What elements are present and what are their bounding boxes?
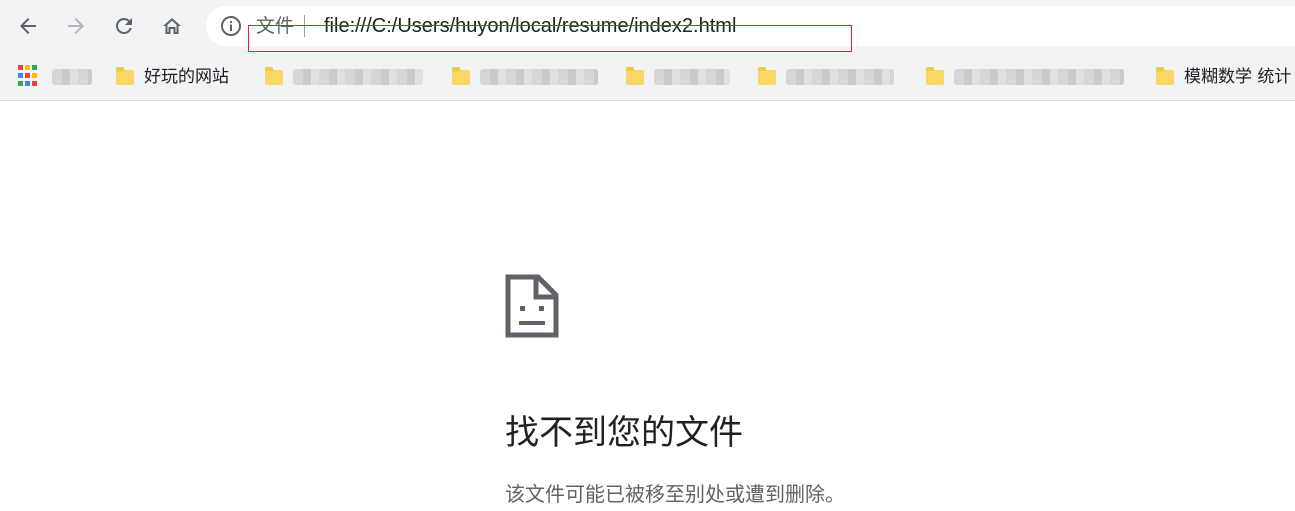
bookmark-apps-label[interactable] [52, 62, 92, 92]
blurred-label [293, 69, 423, 85]
blurred-label [480, 69, 598, 85]
reload-icon [115, 17, 132, 34]
bookmark-folder-5[interactable] [758, 62, 894, 92]
back-button[interactable] [12, 10, 44, 42]
folder-icon [626, 66, 644, 85]
blurred-label [954, 69, 1124, 85]
bookmark-folder-3[interactable] [452, 62, 598, 92]
bookmarks-bar: 好玩的网站 模糊数学 统计 [0, 54, 1295, 101]
bookmark-folder-4[interactable] [626, 62, 730, 92]
forward-button[interactable] [60, 10, 92, 42]
bookmark-folder-2[interactable] [265, 62, 423, 92]
folder-icon [758, 66, 776, 85]
home-icon [163, 18, 181, 34]
info-icon[interactable] [220, 15, 242, 37]
error-description: 该文件可能已被移至别处或遭到删除。 [505, 482, 845, 506]
bookmark-label: 模糊数学 统计 [1184, 67, 1292, 87]
arrow-left-icon [20, 18, 36, 34]
bookmark-folder-fun-sites[interactable]: 好玩的网站 [116, 62, 229, 92]
blurred-label [654, 69, 730, 85]
error-title: 找不到您的文件 [505, 413, 743, 453]
folder-icon [116, 66, 134, 85]
blurred-label [786, 69, 894, 85]
home-button[interactable] [156, 10, 188, 42]
bookmark-folder-fuzzy-math[interactable]: 模糊数学 统计 [1156, 62, 1291, 92]
folder-icon [265, 66, 283, 85]
reload-button[interactable] [108, 10, 140, 42]
apps-grid-icon[interactable] [18, 65, 40, 87]
bookmark-label: 好玩的网站 [144, 67, 229, 87]
sad-file-icon [505, 274, 559, 338]
folder-icon [1156, 66, 1174, 85]
folder-icon [926, 66, 944, 85]
highlight-annotation-box [248, 25, 852, 52]
folder-icon [452, 66, 470, 85]
bookmark-folder-6[interactable] [926, 62, 1124, 92]
blurred-label [52, 69, 92, 85]
arrow-right-icon [68, 18, 84, 34]
